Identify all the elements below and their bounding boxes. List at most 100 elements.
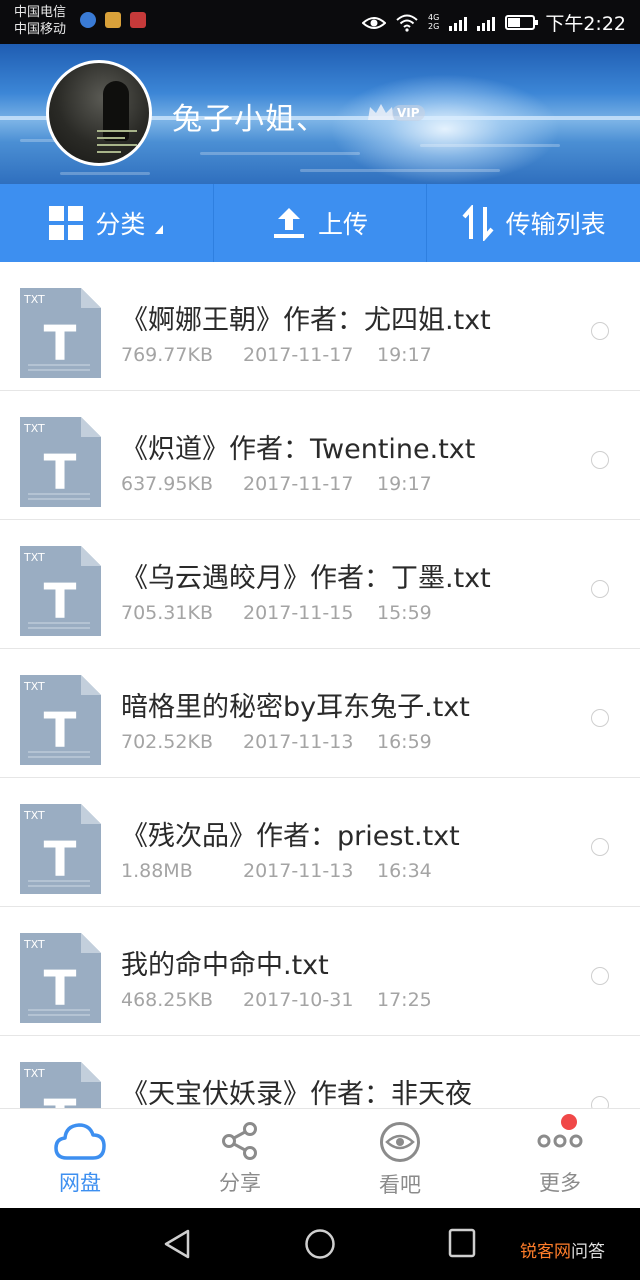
network-type-1: 4G xyxy=(428,13,440,22)
file-name: 《婀娜王朝》作者：尤四姐.txt xyxy=(121,305,491,336)
file-size: 705.31KB xyxy=(121,602,213,624)
file-row[interactable]: TXT T 《乌云遇皎月》作者：丁墨.txt 705.31KB 2017-11-… xyxy=(0,520,640,649)
file-date: 2017-11-13 xyxy=(243,860,354,882)
txt-file-icon: TXT T xyxy=(20,1062,101,1108)
category-button[interactable]: 分类 xyxy=(0,184,214,262)
select-checkbox[interactable] xyxy=(591,580,609,598)
file-size: 468.25KB xyxy=(121,989,213,1011)
svg-text:T: T xyxy=(44,961,77,1017)
file-size: 637.95KB xyxy=(121,473,213,495)
cloud-icon xyxy=(54,1123,106,1160)
eye-icon xyxy=(380,1122,420,1162)
photo-notification-icon xyxy=(130,12,146,28)
file-name: 《乌云遇皎月》作者：丁墨.txt xyxy=(121,563,491,594)
action-toolbar: 分类 上传 传输列表 xyxy=(0,184,640,262)
svg-text:TXT: TXT xyxy=(23,680,45,693)
txt-file-icon: TXT T xyxy=(20,675,101,765)
vip-label: VIP xyxy=(392,105,425,121)
recent-apps-icon[interactable] xyxy=(448,1228,476,1258)
nav-item-watch[interactable]: 看吧 xyxy=(320,1109,480,1208)
upload-label: 上传 xyxy=(318,210,369,239)
watermark-suffix: 问答 xyxy=(571,1242,605,1262)
file-row[interactable]: TXT T 《炽道》作者：Twentine.txt 637.95KB 2017-… xyxy=(0,391,640,520)
upload-icon xyxy=(274,208,304,238)
nav-item-share[interactable]: 分享 xyxy=(160,1109,320,1208)
nav-label-share: 分享 xyxy=(219,1171,261,1195)
avatar[interactable] xyxy=(46,60,152,166)
grid-icon xyxy=(49,206,84,240)
select-checkbox[interactable] xyxy=(591,1096,609,1108)
file-name: 暗格里的秘密by耳东兔子.txt xyxy=(121,692,470,723)
txt-file-icon: TXT T xyxy=(20,933,101,1023)
more-icon xyxy=(537,1134,583,1148)
status-bar: 中国电信 中国移动 4G 2G 下午2:22 xyxy=(0,0,640,44)
carrier-info: 中国电信 中国移动 xyxy=(14,4,66,38)
back-icon[interactable] xyxy=(162,1228,192,1260)
file-name: 我的命中命中.txt xyxy=(121,950,329,981)
txt-file-icon: TXT T xyxy=(20,546,101,636)
nav-label-watch: 看吧 xyxy=(379,1173,421,1197)
file-row[interactable]: TXT T 《残次品》作者：priest.txt 1.88MB 2017-11-… xyxy=(0,778,640,907)
file-date: 2017-11-15 xyxy=(243,602,354,624)
svg-text:TXT: TXT xyxy=(23,293,45,306)
txt-file-icon: TXT T xyxy=(20,417,101,507)
svg-text:TXT: TXT xyxy=(23,938,45,951)
bottom-navigation: 网盘 分享 看吧 更多 xyxy=(0,1108,640,1208)
notification-badge xyxy=(561,1114,577,1130)
share-icon xyxy=(222,1122,257,1160)
file-list: TXT T 《婀娜王朝》作者：尤四姐.txt 769.77KB 2017-11-… xyxy=(0,262,640,1108)
status-icons: 4G 2G 下午2:22 xyxy=(362,9,626,36)
app-notification-icon xyxy=(80,12,96,28)
battery-icon xyxy=(505,15,539,30)
eye-comfort-icon xyxy=(362,16,387,29)
svg-text:T: T xyxy=(44,1090,77,1108)
svg-text:TXT: TXT xyxy=(23,1067,45,1080)
nav-label-netdisk: 网盘 xyxy=(59,1171,101,1195)
file-date: 2017-11-17 xyxy=(243,473,354,495)
file-date: 2017-11-13 xyxy=(243,731,354,753)
notification-icons xyxy=(80,12,146,28)
file-time: 16:59 xyxy=(377,731,432,753)
file-time: 19:17 xyxy=(377,344,432,366)
select-checkbox[interactable] xyxy=(591,451,609,469)
select-checkbox[interactable] xyxy=(591,967,609,985)
file-name: 《天宝伏妖录》作者：非天夜 xyxy=(121,1079,472,1108)
nav-item-more[interactable]: 更多 xyxy=(480,1109,640,1208)
file-date: 2017-10-31 xyxy=(243,989,354,1011)
file-row[interactable]: TXT T 《天宝伏妖录》作者：非天夜 xyxy=(0,1036,640,1108)
svg-text:T: T xyxy=(44,316,77,372)
file-row[interactable]: TXT T 《婀娜王朝》作者：尤四姐.txt 769.77KB 2017-11-… xyxy=(0,262,640,391)
category-label: 分类 xyxy=(95,210,146,239)
file-name: 《残次品》作者：priest.txt xyxy=(121,821,460,852)
file-time: 19:17 xyxy=(377,473,432,495)
home-icon[interactable] xyxy=(304,1228,336,1260)
watermark: 锐客网问答 xyxy=(520,1237,605,1262)
image-notification-icon xyxy=(105,12,121,28)
watermark-brand: 锐客网 xyxy=(520,1242,571,1262)
caret-icon xyxy=(155,225,164,234)
select-checkbox[interactable] xyxy=(591,709,609,727)
file-row[interactable]: TXT T 暗格里的秘密by耳东兔子.txt 702.52KB 2017-11-… xyxy=(0,649,640,778)
profile-header: 兔子小姐、 VIP xyxy=(0,44,640,184)
svg-text:T: T xyxy=(44,574,77,630)
upload-button[interactable]: 上传 xyxy=(214,184,428,262)
transfer-list-button[interactable]: 传输列表 xyxy=(427,184,640,262)
carrier-1: 中国电信 xyxy=(14,5,67,20)
select-checkbox[interactable] xyxy=(591,322,609,340)
txt-file-icon: TXT T xyxy=(20,804,101,894)
signal-strength-icon xyxy=(449,15,468,31)
transfer-icon xyxy=(462,205,494,241)
select-checkbox[interactable] xyxy=(591,838,609,856)
username[interactable]: 兔子小姐、 xyxy=(172,94,327,138)
file-date: 2017-11-17 xyxy=(243,344,354,366)
nav-label-more: 更多 xyxy=(539,1171,581,1195)
nav-item-netdisk[interactable]: 网盘 xyxy=(0,1109,160,1208)
file-size: 1.88MB xyxy=(121,860,193,882)
network-type-2: 2G xyxy=(428,22,440,31)
file-row[interactable]: TXT T 我的命中命中.txt 468.25KB 2017-10-31 17:… xyxy=(0,907,640,1036)
wifi-icon xyxy=(396,14,418,32)
svg-text:TXT: TXT xyxy=(23,422,45,435)
svg-text:TXT: TXT xyxy=(23,809,45,822)
file-size: 702.52KB xyxy=(121,731,213,753)
vip-badge[interactable]: VIP xyxy=(366,102,425,124)
